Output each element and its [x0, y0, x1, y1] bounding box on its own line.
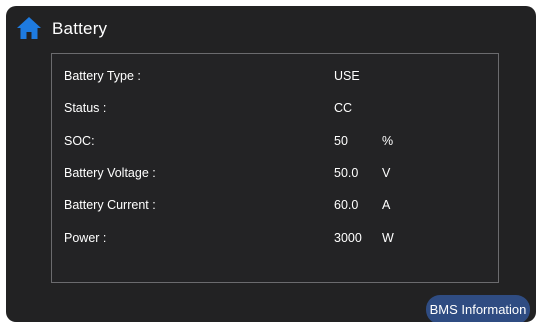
- soc-label: SOC:: [64, 134, 95, 148]
- status-value: CC: [334, 101, 353, 115]
- power-row: Power : 3000 W: [52, 229, 498, 249]
- power-unit: W: [382, 231, 394, 245]
- battery-current-row: Battery Current : 60.0 A: [52, 196, 498, 216]
- battery-type-label: Battery Type :: [64, 69, 141, 83]
- battery-voltage-row: Battery Voltage : 50.0 V: [52, 164, 498, 184]
- status-row: Status : CC: [52, 99, 498, 119]
- battery-type-value: USE: [334, 69, 360, 83]
- status-label: Status :: [64, 101, 107, 115]
- bms-information-button[interactable]: BMS Information: [426, 295, 530, 322]
- battery-screen: Battery Battery Type : USE Status : CC S…: [6, 6, 536, 322]
- soc-value: 50: [334, 134, 348, 148]
- battery-voltage-value: 50.0: [334, 166, 359, 180]
- battery-current-value: 60.0: [334, 198, 359, 212]
- header-bar: Battery: [6, 6, 536, 46]
- battery-info-panel: Battery Type : USE Status : CC SOC: 50 %…: [51, 53, 499, 283]
- power-label: Power :: [64, 231, 107, 245]
- page-title: Battery: [52, 19, 108, 38]
- home-icon[interactable]: [16, 16, 42, 40]
- battery-voltage-label: Battery Voltage :: [64, 166, 156, 180]
- battery-current-label: Battery Current :: [64, 198, 156, 212]
- battery-type-row: Battery Type : USE: [52, 67, 498, 87]
- battery-current-unit: A: [382, 198, 391, 212]
- battery-voltage-unit: V: [382, 166, 391, 180]
- soc-row: SOC: 50 %: [52, 132, 498, 152]
- power-value: 3000: [334, 231, 362, 245]
- soc-unit: %: [382, 134, 394, 148]
